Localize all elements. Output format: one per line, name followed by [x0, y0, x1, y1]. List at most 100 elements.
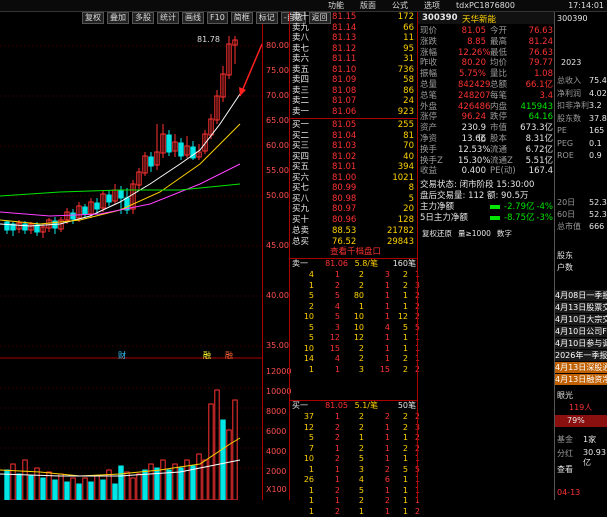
stat-label: PEG	[557, 139, 573, 149]
ask-row[interactable]: 卖十81.15172	[290, 12, 418, 22]
option-radio[interactable]: 量≥1000	[458, 228, 491, 240]
quote-value: 66.1亿	[526, 80, 553, 91]
quote-value: 76.63	[529, 48, 553, 59]
tool-draw-button[interactable]: 画线	[182, 12, 204, 24]
thousand-level-link[interactable]: 查看千档盘口	[330, 245, 381, 257]
ask-price: 81.11	[332, 54, 356, 64]
news-item[interactable]: 4月10日大宗交	[555, 314, 607, 325]
quote-label: 跌停	[490, 112, 507, 123]
ask-price: 81.13	[332, 33, 356, 43]
news-item[interactable]: 4月10日参与调	[555, 338, 607, 349]
menu-formula[interactable]: 公式	[384, 0, 416, 11]
ask-row[interactable]: 卖六81.1131	[290, 54, 418, 64]
tick-value: 2	[376, 412, 390, 423]
ask-row[interactable]: 卖九81.1466	[290, 23, 418, 33]
quote-row: 换手Z15.30%流通Z5.51亿	[418, 156, 555, 167]
news-item[interactable]: 4月13日融资净	[555, 374, 607, 385]
tool-overlay-button[interactable]: 叠加	[107, 12, 129, 24]
quote-row: 换手12.53%流通6.72亿	[418, 145, 555, 156]
ask-row[interactable]: 卖四81.0958	[290, 75, 418, 85]
ask-price: 81.15	[332, 12, 356, 22]
tick-value: 1	[326, 365, 340, 376]
tick-row: 712122	[290, 444, 418, 455]
option-radio[interactable]: 数字	[497, 228, 512, 240]
bid-row[interactable]: 买七80.998	[290, 183, 418, 193]
tick-value: 12	[300, 423, 314, 434]
option-radio[interactable]: 复权还原	[422, 228, 452, 240]
ask-volume: 172	[398, 12, 414, 22]
tick-value: 2	[350, 344, 364, 355]
news-item[interactable]: 4月13日深股通	[555, 362, 607, 373]
price-tick: 70.00	[266, 91, 289, 100]
news-item[interactable]: 2026年一季报	[555, 350, 607, 361]
bid-row[interactable]: 买九80.9720	[290, 204, 418, 214]
vol-tick: 6000	[266, 427, 286, 436]
news-item[interactable]: 4月08日一季报	[555, 290, 607, 301]
tick-value: 5	[326, 291, 340, 302]
flow-percent: -3%	[536, 213, 553, 224]
quote-value: 64.16	[529, 112, 553, 123]
ask-row[interactable]: 卖一81.06923	[290, 107, 418, 117]
tick-row: 5580112	[290, 291, 418, 302]
ask-row[interactable]: 卖七81.1295	[290, 44, 418, 54]
menu-options[interactable]: 选项	[416, 0, 448, 11]
price-tick: 80.00	[266, 41, 289, 50]
vol-tick: 8000	[266, 407, 286, 416]
tick-value: 5	[300, 333, 314, 344]
ask-row[interactable]: 卖八81.1311	[290, 33, 418, 43]
ask-row[interactable]: 卖三81.0886	[290, 86, 418, 96]
volume-bar	[119, 466, 123, 500]
bid-level: 买四	[292, 152, 309, 162]
quote-value: 96.24	[458, 112, 486, 123]
candlestick-chart[interactable]: 81.78 财 融 融	[0, 24, 262, 500]
tool-simple-button[interactable]: 简框	[231, 12, 253, 24]
bid-volume: 8	[409, 183, 414, 193]
tick-row: 112211	[290, 496, 418, 507]
news-item[interactable]: 4月13日股票交	[555, 302, 607, 313]
view-button[interactable]: 查看	[557, 464, 573, 475]
bid-row[interactable]: 买一81.05255	[290, 120, 418, 130]
tick-value: 1	[350, 507, 364, 517]
news-item[interactable]: 4月10日公司F	[555, 326, 607, 337]
stat-value: 37.80	[589, 114, 607, 124]
tick-value: 2	[350, 281, 364, 292]
tick-value: 2	[326, 507, 340, 517]
side-tab[interactable]: 股东	[557, 250, 573, 261]
tick-value: 3	[350, 465, 364, 476]
tool-f10-button[interactable]: F10	[207, 12, 228, 24]
ask-price: 81.12	[332, 44, 356, 54]
flow-bar	[490, 205, 500, 209]
menu-layout[interactable]: 版面	[352, 0, 384, 11]
hot-label: 眼光	[557, 390, 573, 401]
bid-row[interactable]: 买十80.96128	[290, 215, 418, 225]
tick-value: 10	[300, 344, 314, 355]
ask-row[interactable]: 卖五81.10736	[290, 65, 418, 75]
tick-row: 121112	[290, 507, 418, 517]
ask-row[interactable]: 卖二81.0724	[290, 96, 418, 106]
bid-row[interactable]: 买二81.0481	[290, 131, 418, 141]
tick-value: 10	[300, 312, 314, 323]
bid-row[interactable]: 买五81.01394	[290, 162, 418, 172]
bid-row[interactable]: 买四81.0240	[290, 152, 418, 162]
menu-function[interactable]: 功能	[320, 0, 352, 11]
tool-stats-button[interactable]: 统计	[157, 12, 179, 24]
volume-bar	[41, 478, 45, 500]
flow-bar	[490, 216, 500, 220]
bid-row[interactable]: 买三81.0370	[290, 141, 418, 151]
tick-value: 3	[326, 323, 340, 334]
tool-multi-button[interactable]: 多股	[132, 12, 154, 24]
flow-label: 主力净额	[420, 202, 454, 213]
volume-bar	[203, 460, 207, 500]
tool-mark-button[interactable]: 标记	[256, 12, 278, 24]
bid-row[interactable]: 买八80.985	[290, 194, 418, 204]
tool-adjust-button[interactable]: 复权	[82, 12, 104, 24]
tick-value: 4	[326, 354, 340, 365]
bid-price: 81.01	[332, 162, 356, 172]
quote-label: 涨停	[420, 112, 437, 123]
volume-bar	[17, 474, 21, 500]
menu-account[interactable]: tdxPC1876800	[448, 0, 523, 11]
side-tab[interactable]: 户数	[557, 262, 573, 273]
quote-label: 均价	[490, 58, 507, 69]
bid-row[interactable]: 买六81.001021	[290, 173, 418, 183]
stat-label: 净利润	[557, 89, 581, 99]
